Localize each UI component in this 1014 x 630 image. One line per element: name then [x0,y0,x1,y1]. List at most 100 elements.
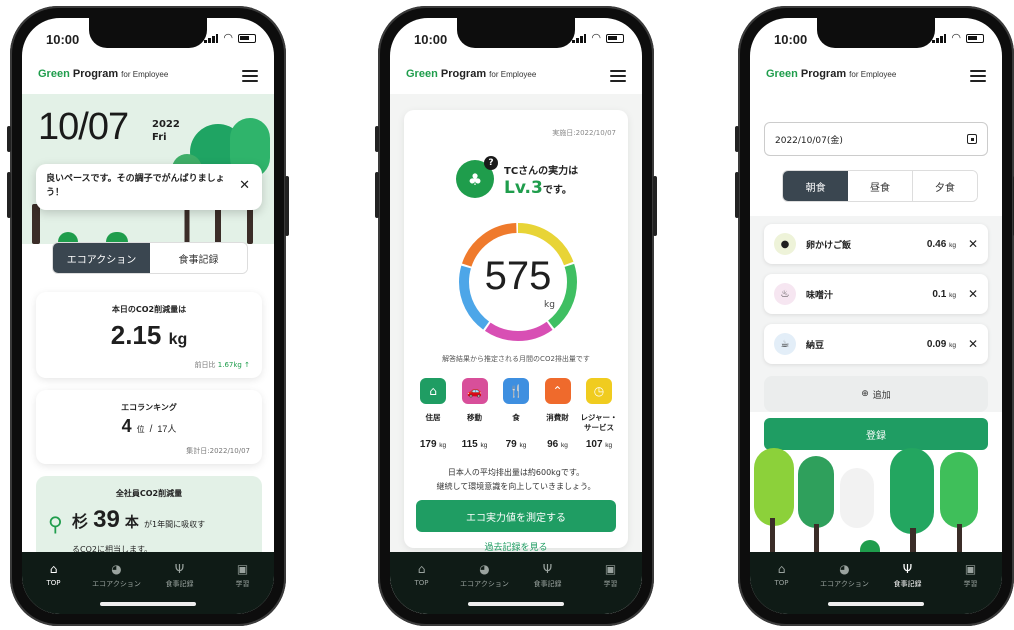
hamburger-menu-icon[interactable] [610,70,626,82]
signal-icon [204,33,219,43]
tree-type: 杉 [72,512,89,531]
tab-label: TOP [774,579,789,587]
notch [817,18,935,48]
wifi-icon: ◠ [951,31,961,44]
category-label: 消費財 [546,413,569,422]
hero-date: 10/07 [38,106,129,148]
tab-dinner[interactable]: 夕食 [912,171,977,201]
calendar-icon[interactable] [967,134,977,144]
tab-eco-action[interactable]: ◕ エコアクション [457,562,513,614]
tab-learning[interactable]: ▣ 学習 [583,562,639,614]
tab-top[interactable]: ⌂ TOP [754,562,810,614]
tab-learning[interactable]: ▣ 学習 [215,562,271,614]
meal-type-segment: 朝食 昼食 夕食 [782,170,978,202]
tab-label: エコアクション [460,580,509,588]
co2-unit: kg [168,331,188,348]
tab-learning[interactable]: ▣ 学習 [943,562,999,614]
tab-eco-action[interactable]: ◕ エコアクション [817,562,873,614]
status-time: 10:00 [46,32,80,47]
food-item: ♨ 味噌汁 0.1 kg ✕ [764,274,988,314]
logo-program: Program [800,68,847,80]
help-icon[interactable]: ? [484,156,498,170]
food-name: 卵かけご飯 [806,240,852,251]
category-breakdown: ⌂ 住居 179 kg 🚗 移動 115 kg 🍴 食 79 kg ⌃ 消費財 [414,378,618,450]
add-label: 追加 [872,390,891,401]
category-consumer-goods[interactable]: ⌃ 消費財 96 kg [539,378,577,450]
rank-unit: 位 [136,425,145,434]
remove-icon[interactable]: ✕ [968,237,978,251]
app-logo[interactable]: Green Program for Employee [38,68,168,80]
app-logo[interactable]: Green Program for Employee [406,68,536,80]
tree-count: 39 [93,506,120,533]
tab-top[interactable]: ⌂ TOP [394,562,450,614]
add-food-button[interactable]: ⊕ 追加 [764,376,988,412]
co2-reduction-card: 本日のCO2削減量は 2.15 kg 前日比 1.67kg ↑ [36,292,262,378]
book-icon: ▣ [964,562,977,576]
book-icon: ▣ [236,562,249,576]
tab-meal-record[interactable]: Ψ 食事記録 [880,562,936,614]
compare-label: 前日比 [194,361,216,369]
app-header: Green Program for Employee [22,58,274,94]
car-icon: 🚗 [461,378,488,404]
remove-icon[interactable]: ✕ [968,337,978,351]
logo-green: Green [406,68,438,80]
logo-for-employee: for Employee [121,70,169,79]
date-value: 2022/10/07(金) [775,135,843,146]
category-value: 179 kg [419,439,447,450]
measure-button[interactable]: エコ実力値を測定する [416,500,616,532]
cutlery-icon: Ψ [174,562,185,576]
category-transport[interactable]: 🚗 移動 115 kg [456,378,494,450]
up-arrow-icon: ↑ [244,361,250,369]
home-indicator [100,602,196,606]
category-housing[interactable]: ⌂ 住居 179 kg [414,378,452,450]
tree-suffix: が1年間に吸収す [144,520,206,529]
tab-label: 学習 [963,580,978,588]
register-button[interactable]: 登録 [764,418,988,450]
logo-for-employee: for Employee [489,70,537,79]
tab-eco-action[interactable]: ◕ エコアクション [89,562,145,614]
tab-label: TOP [414,579,429,587]
hamburger-menu-icon[interactable] [970,70,986,82]
co2-value: 2.15 [110,320,162,350]
segment-meal-record[interactable]: 食事記録 [150,243,247,273]
category-value: 115 kg [461,439,488,450]
date-input[interactable]: 2022/10/07(金) [764,122,988,156]
tab-top[interactable]: ⌂ TOP [26,562,82,614]
food-co2: 0.1 kg [932,288,956,300]
food-co2: 0.46 kg [926,238,956,250]
category-food[interactable]: 🍴 食 79 kg [497,378,535,450]
wifi-icon: ◠ [591,31,601,44]
co2-card-title: 本日のCO2削減量は [111,305,187,314]
tab-breakfast[interactable]: 朝食 [783,171,849,201]
view-segment: エコアクション 食事記録 [52,242,248,274]
app-logo[interactable]: Green Program for Employee [766,68,896,80]
tab-lunch[interactable]: 昼食 [848,171,913,201]
tree-illustration [32,204,40,244]
notch [89,18,207,48]
screen-top: 10:00 ◠ Green Program for Employee 10/07… [22,18,274,614]
food-item: ☕ 納豆 0.09 kg ✕ [764,324,988,364]
logo-program: Program [72,68,119,80]
hero-weekday: Fri [152,132,167,143]
house-icon: ⌂ [420,378,446,404]
tab-label: 食事記録 [533,580,562,588]
tab-meal-record[interactable]: Ψ 食事記録 [152,562,208,614]
tab-label: 学習 [235,580,250,588]
category-leisure[interactable]: ◷ レジャー・ サービス 107 kg [580,378,618,450]
tree-person-icon: ⚲ [48,512,63,536]
battery-icon [966,33,984,43]
company-card-title: 全社員CO2削減量 [115,489,183,498]
tab-meal-record[interactable]: Ψ 食事記録 [520,562,576,614]
remove-icon[interactable]: ✕ [968,287,978,301]
soup-icon: ♨ [774,283,796,305]
close-icon[interactable]: ✕ [239,179,250,193]
segment-eco-action[interactable]: エコアクション [53,243,150,273]
phone-meal-record-screen: 10:00 ◠ Green Program for Employee 2022/… [735,6,1014,626]
app-header: Green Program for Employee [750,58,1002,94]
home-icon: ⌂ [417,562,426,576]
category-value: 107 kg [585,439,613,450]
average-note-line2: 継続して環境意識を向上していきましょう。 [436,482,596,491]
measured-date: 実施日:2022/10/07 [552,129,616,137]
hamburger-menu-icon[interactable] [242,70,258,82]
tab-label: 食事記録 [165,580,194,588]
